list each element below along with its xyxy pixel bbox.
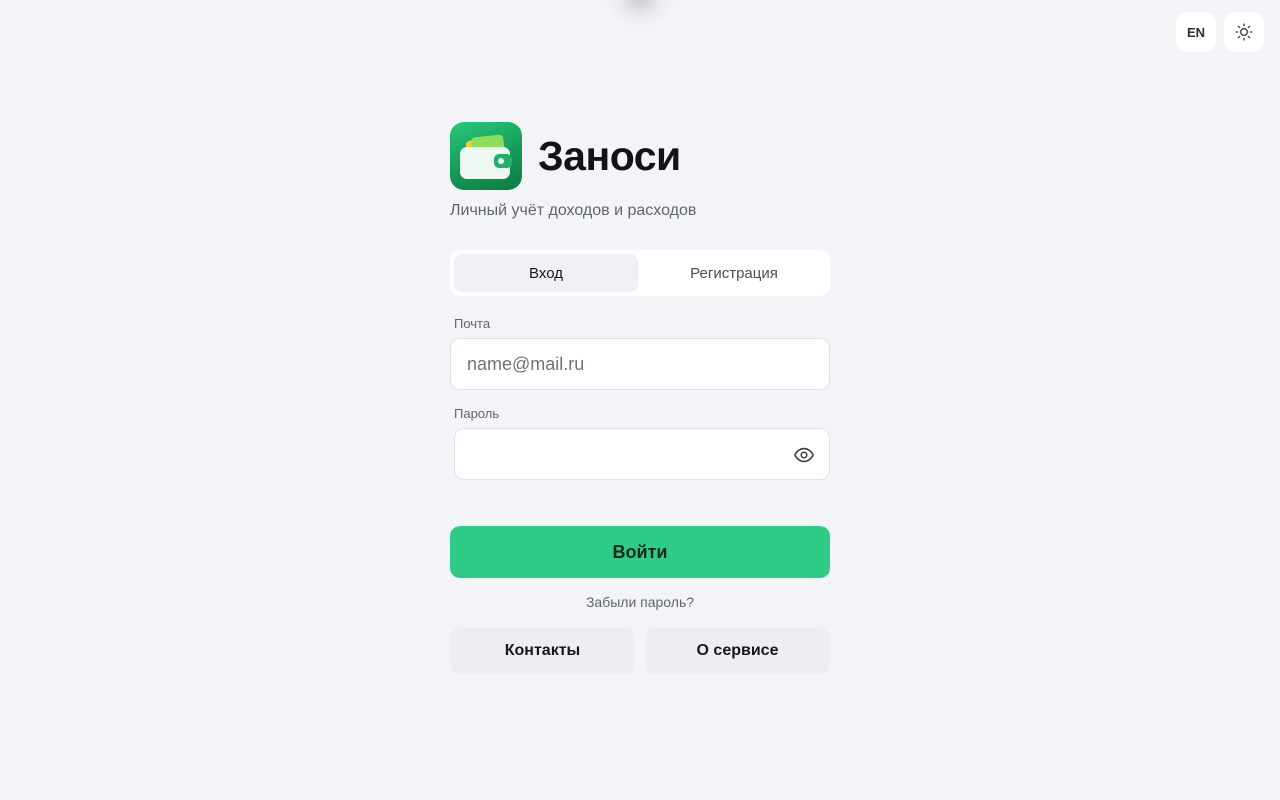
email-label: Почта	[454, 316, 491, 331]
wallet-icon	[460, 134, 512, 179]
eye-icon	[794, 447, 814, 463]
footer-buttons: Контакты О сервисе	[450, 628, 830, 674]
about-button[interactable]: О сервисе	[645, 628, 830, 674]
tab-register[interactable]: Регистрация	[642, 254, 826, 292]
theme-toggle-button[interactable]	[1224, 12, 1264, 52]
auth-tabs: Вход Регистрация	[450, 250, 830, 296]
contacts-button[interactable]: Контакты	[450, 628, 635, 674]
email-field-wrapper	[450, 338, 830, 390]
top-controls: EN	[1176, 12, 1264, 52]
password-field-wrapper	[454, 428, 830, 480]
brand: Заноси	[450, 122, 830, 190]
tab-login[interactable]: Вход	[454, 254, 638, 292]
app-logo	[450, 122, 522, 190]
login-card: Заноси Личный учёт доходов и расходов Вх…	[450, 122, 830, 674]
forgot-password-link[interactable]: Забыли пароль?	[450, 594, 830, 610]
app-subtitle: Личный учёт доходов и расходов	[450, 202, 697, 219]
password-visibility-toggle[interactable]	[791, 442, 817, 468]
email-field[interactable]	[467, 339, 813, 389]
app-name: Заноси	[538, 132, 681, 179]
decorative-blur	[605, 0, 675, 28]
language-button[interactable]: EN	[1176, 12, 1216, 52]
login-page: EN Заноси Личный учёт доходов и расходов…	[0, 0, 1280, 800]
password-field[interactable]	[471, 429, 813, 479]
sun-icon	[1235, 23, 1253, 41]
password-label: Пароль	[454, 406, 500, 421]
login-button[interactable]: Войти	[450, 526, 830, 578]
